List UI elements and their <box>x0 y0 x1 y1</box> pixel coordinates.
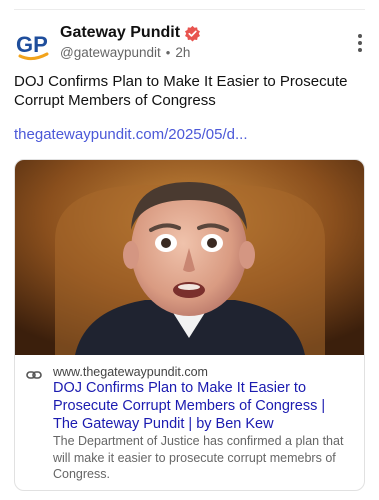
gateway-pundit-logo: GP <box>16 32 49 61</box>
post-time[interactable]: 2h <box>175 45 190 60</box>
author-handle[interactable]: @gatewaypundit <box>60 45 161 60</box>
social-post: GP Gateway Pundit @gatewaypundit • 2h DO… <box>0 0 379 500</box>
link-preview-card[interactable]: www.thegatewaypundit.com DOJ Confirms Pl… <box>14 159 365 491</box>
verified-badge-icon <box>184 25 201 42</box>
link-chain-icon <box>26 367 42 383</box>
post-text: DOJ Confirms Plan to Make It Easier to P… <box>14 73 348 109</box>
card-description: The Department of Justice has confirmed … <box>53 434 344 481</box>
svg-text:GP: GP <box>16 32 48 57</box>
card-domain: www.thegatewaypundit.com <box>53 365 208 379</box>
avatar[interactable]: GP <box>14 27 52 65</box>
author-block: Gateway Pundit @gatewaypundit • 2h <box>60 22 201 60</box>
post-link[interactable]: thegatewaypundit.com/2025/05/d... <box>14 126 248 143</box>
separator-dot: • <box>165 45 171 60</box>
more-vertical-icon[interactable] <box>357 34 363 52</box>
card-image[interactable] <box>15 160 364 355</box>
author-name[interactable]: Gateway Pundit <box>60 24 180 42</box>
card-title[interactable]: DOJ Confirms Plan to Make It Easier to P… <box>53 379 353 433</box>
